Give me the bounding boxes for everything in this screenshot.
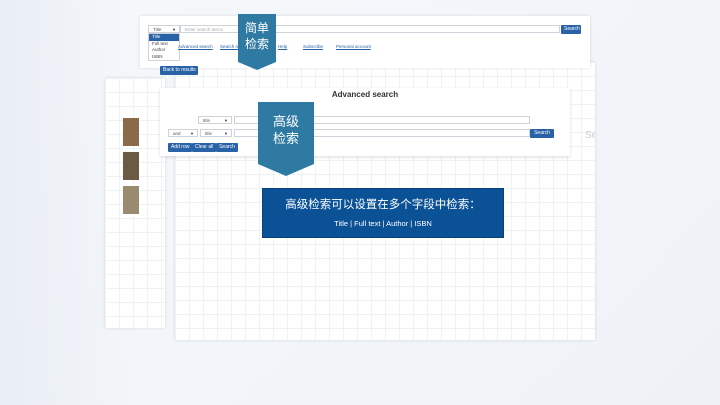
background-panel-left: [105, 78, 165, 328]
advanced-search-form: Advanced search title ▼ and ▼ title ▼ Se…: [160, 88, 570, 156]
advanced-search-callout: 高级检索可以设置在多个字段中检索： Title | Full text | Au…: [262, 188, 504, 238]
row2-field-select[interactable]: title ▼: [200, 129, 232, 137]
clear-all-button[interactable]: Clear all: [192, 143, 216, 152]
nav-link-help[interactable]: Help: [278, 44, 287, 49]
thumbnail: [123, 186, 139, 214]
advanced-search-button[interactable]: Search: [216, 143, 238, 152]
simple-search-window: Title ▼ Enter search terms Search Title …: [140, 16, 590, 68]
row2-search-button[interactable]: Search: [530, 129, 554, 138]
callout-title: 高级检索可以设置在多个字段中检索：: [285, 197, 481, 211]
thumbnail: [123, 118, 139, 146]
thumbnail: [123, 152, 139, 180]
search-button[interactable]: Search: [561, 25, 581, 34]
chevron-down-icon: ▼: [224, 131, 228, 136]
ribbon-point: [258, 164, 314, 176]
add-row-button[interactable]: Add row: [168, 143, 192, 152]
dropdown-option-isbn[interactable]: ISBN: [149, 54, 179, 61]
search-input[interactable]: Enter search terms: [180, 25, 560, 33]
ribbon-advanced-search: 高级 检索: [258, 102, 314, 176]
nav-link-advanced-search[interactable]: Advanced search: [178, 44, 213, 49]
advanced-search-heading: Advanced search: [331, 90, 399, 99]
row2-operator-select[interactable]: and ▼: [168, 129, 198, 137]
ribbon-point: [238, 62, 276, 70]
chevron-down-icon: ▼: [190, 131, 194, 136]
field-select[interactable]: Title ▼: [148, 25, 180, 33]
ribbon-simple-search: 简单 检索: [238, 14, 276, 70]
chevron-down-icon: ▼: [224, 118, 228, 123]
back-to-results-button[interactable]: Back to results: [160, 66, 198, 75]
nav-link-personal-account[interactable]: Personal account: [336, 44, 371, 49]
row1-field-select[interactable]: title ▼: [198, 116, 232, 124]
callout-fields: Title | Full text | Author | ISBN: [334, 219, 432, 228]
partial-search-label: Search: [585, 130, 595, 141]
nav-link-subscribe[interactable]: Subscribe: [303, 44, 323, 49]
field-dropdown: Title Full text Author ISBN: [148, 33, 180, 61]
